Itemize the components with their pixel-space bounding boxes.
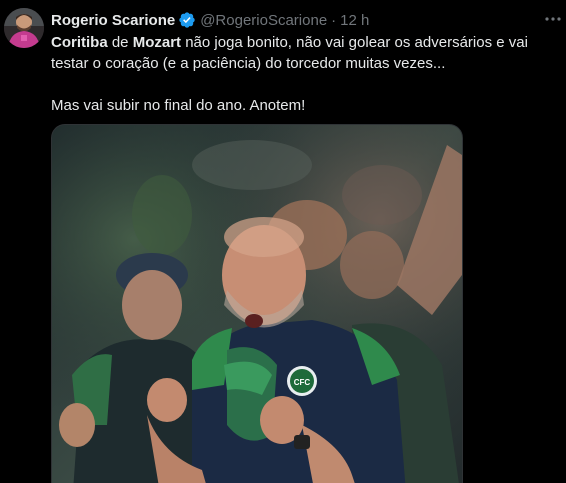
timestamp[interactable]: 12 h <box>340 12 369 29</box>
tweet-photo[interactable]: CFC <box>51 124 463 483</box>
text-de: de <box>107 34 133 51</box>
tweet-paragraph-2: Mas vai subir no final do ano. Anotem! <box>51 97 306 114</box>
avatar[interactable] <box>4 8 44 48</box>
separator-dot: · <box>331 11 337 29</box>
handle[interactable]: @RogerioScarione <box>200 12 327 29</box>
tweet-text: Coritiba de Mozart não joga bonito, não … <box>51 32 556 116</box>
tweet-header: Rogerio Scarione @RogerioScarione · 12 h <box>51 9 369 31</box>
tweet[interactable]: Rogerio Scarione @RogerioScarione · 12 h… <box>0 0 566 483</box>
cfc-crest-text: CFC <box>294 378 311 387</box>
bold-coritiba: Coritiba <box>51 34 108 51</box>
verified-badge-icon <box>178 11 196 29</box>
more-options-icon[interactable] <box>544 10 562 28</box>
tweet-paragraph-1: Coritiba de Mozart não joga bonito, não … <box>51 32 556 74</box>
display-name[interactable]: Rogerio Scarione <box>51 12 175 29</box>
bold-mozart: Mozart <box>132 34 182 51</box>
